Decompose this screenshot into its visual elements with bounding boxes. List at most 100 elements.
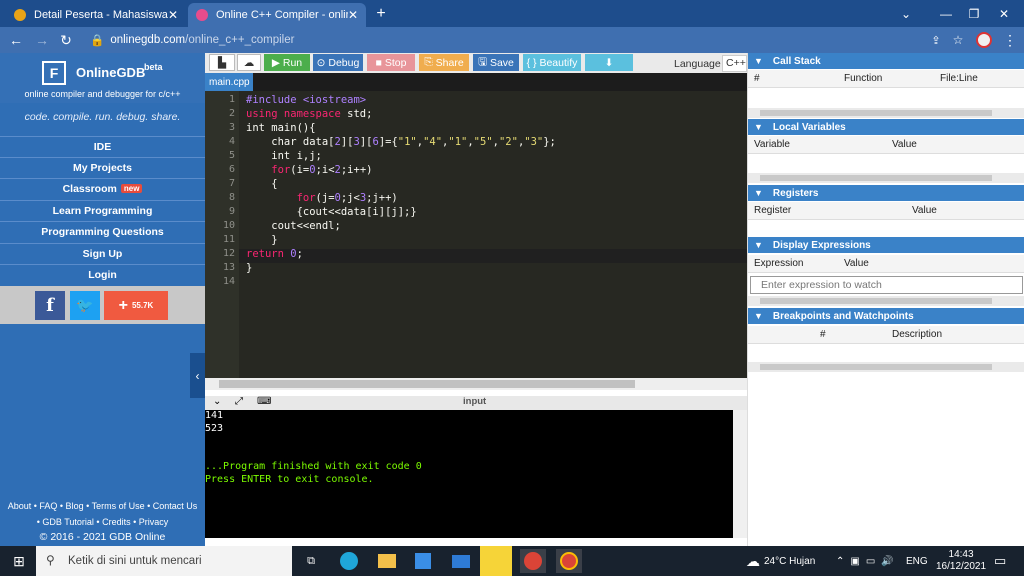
chrome-icon[interactable] [520, 549, 546, 573]
chevron-down-icon: ▼ [754, 240, 763, 250]
upload-button[interactable]: ☁ [237, 54, 261, 71]
twitter-icon[interactable]: 🐦 [70, 291, 100, 320]
line-number: 1 [228, 94, 235, 105]
line-number-gutter: 1 2 3 4 5 6 7 8 9 10 11 12 13 14 [205, 91, 239, 378]
code-line-11: } [246, 234, 278, 246]
scrollbar-thumb[interactable] [760, 110, 992, 116]
registers-columns: Register Value [748, 202, 1024, 220]
keyboard-icon[interactable]: ⌨ [257, 396, 271, 407]
close-window-button[interactable]: ✕ [984, 0, 1024, 27]
line-number: 12 [222, 248, 235, 259]
file-explorer-icon[interactable] [374, 549, 400, 573]
clock-time: 14:43 [948, 549, 974, 560]
console-tab-input[interactable]: input [463, 396, 486, 407]
language-indicator[interactable]: ENG [906, 546, 928, 576]
call-stack-scrollbar[interactable] [748, 108, 1024, 118]
code-line-1: #include <iostream> [246, 94, 367, 106]
menu-kebab-icon[interactable]: ⋮ [998, 28, 1022, 52]
expand-icon[interactable]: ⤢ [235, 396, 243, 407]
edge-browser-icon[interactable] [336, 549, 362, 573]
panel-header-local-variables[interactable]: ▼ Local Variables [748, 119, 1024, 135]
code-line-6: for(i=0;i<2;i++) [271, 164, 373, 176]
browser-tab-bar: Detail Peserta - Mahasiswa ✕ Online C++ … [0, 0, 1024, 27]
new-file-button[interactable]: ▙ [209, 54, 235, 71]
task-view-icon[interactable]: ⧉ [298, 549, 324, 573]
console-line: 523 [205, 423, 224, 434]
bookmark-star-icon[interactable]: ☆ [946, 28, 970, 52]
profile-avatar[interactable] [976, 32, 992, 48]
line-number: 10 [222, 220, 235, 231]
code-editor[interactable]: 1 2 3 4 5 6 7 8 9 10 11 12 13 14 #includ… [205, 91, 747, 378]
forward-icon[interactable]: → [30, 28, 54, 52]
scrollbar-thumb[interactable] [760, 298, 992, 304]
close-tab-icon[interactable]: ✕ [168, 8, 178, 22]
scrollbar-thumb[interactable] [760, 175, 992, 181]
local-variables-scrollbar[interactable] [748, 173, 1024, 183]
line-number: 6 [228, 164, 235, 175]
windows-start-icon[interactable]: ⊞ [6, 549, 32, 573]
sidebar-item-programming-questions[interactable]: Programming Questions [0, 221, 205, 241]
clock[interactable]: 14:43 16/12/2021 [936, 546, 986, 576]
close-tab-icon[interactable]: ✕ [348, 8, 358, 22]
panel-header-registers[interactable]: ▼ Registers [748, 185, 1024, 201]
save-button[interactable]: 🖫 Save [473, 54, 519, 71]
editor-horizontal-scrollbar[interactable] [205, 378, 747, 390]
debug-button[interactable]: ⊙ Debug [313, 54, 363, 71]
taskbar-search-input[interactable]: ⚲ Ketik di sini untuk mencari [36, 546, 292, 576]
sidebar: F OnlineGDB beta online compiler and deb… [0, 53, 205, 546]
language-label: Language [674, 58, 721, 70]
console-vertical-scrollbar[interactable] [733, 410, 747, 538]
sidebar-item-learn-programming[interactable]: Learn Programming [0, 200, 205, 220]
console-output[interactable]: 141 523 ...Program finished with exit co… [205, 410, 733, 538]
footer-links[interactable]: About • FAQ • Blog • Terms of Use • Cont… [0, 501, 205, 511]
run-button[interactable]: ▶ Run [264, 54, 310, 71]
sidebar-item-my-projects[interactable]: My Projects [0, 157, 205, 177]
column-header: Expression [754, 258, 804, 269]
new-tab-button[interactable]: + [366, 0, 396, 27]
tagline: code. compile. run. debug. share. [24, 111, 181, 123]
stop-button[interactable]: ■ Stop [367, 54, 415, 71]
display-expressions-scrollbar[interactable] [748, 296, 1024, 306]
share-count-button[interactable]: + 55.7K [104, 291, 168, 320]
reload-icon[interactable]: ↻ [54, 28, 78, 52]
scrollbar-thumb[interactable] [760, 364, 992, 370]
chevron-down-icon[interactable]: ⌄ [213, 396, 221, 407]
breakpoints-scrollbar[interactable] [748, 362, 1024, 372]
facebook-icon[interactable]: f [35, 291, 65, 320]
back-icon[interactable]: ← [4, 28, 28, 52]
line-number: 14 [222, 276, 235, 287]
sticky-notes-icon[interactable] [480, 546, 512, 576]
logo[interactable]: F OnlineGDB beta online compiler and deb… [0, 53, 205, 103]
tab-search-icon[interactable]: ⌄ [886, 0, 926, 27]
microsoft-store-icon[interactable] [410, 549, 436, 573]
footer-links-2[interactable]: • GDB Tutorial • Credits • Privacy [0, 517, 205, 527]
watch-expression-input[interactable]: Enter expression to watch [750, 276, 1023, 294]
panel-header-call-stack[interactable]: ▼ Call Stack [748, 53, 1024, 69]
panel-header-breakpoints[interactable]: ▼ Breakpoints and Watchpoints [748, 308, 1024, 324]
sidebar-item-ide[interactable]: IDE [0, 136, 205, 156]
tray-icons[interactable]: ⌃▣▭🔊 [836, 546, 900, 576]
sidebar-item-sign-up[interactable]: Sign Up [0, 243, 205, 263]
beautify-button[interactable]: { } Beautify [523, 54, 581, 71]
line-number: 11 [222, 234, 235, 245]
weather-widget[interactable]: ☁ 24°C Hujan [746, 546, 815, 576]
browser-tab-detail-peserta[interactable]: Detail Peserta - Mahasiswa ✕ [6, 3, 186, 27]
language-select[interactable]: C++ [722, 55, 747, 72]
sidebar-item-classroom[interactable]: Classroom new [0, 178, 205, 198]
scrollbar-thumb[interactable] [219, 380, 635, 388]
share-button[interactable]: ⎘ Share [419, 54, 469, 71]
download-button[interactable]: ⬇ [585, 54, 633, 71]
line-number: 7 [228, 178, 235, 189]
collapse-sidebar-icon[interactable]: ‹ [190, 353, 205, 398]
chrome-profile-icon[interactable] [556, 549, 582, 573]
sidebar-item-login[interactable]: Login [0, 264, 205, 284]
line-number: 5 [228, 150, 235, 161]
browser-tab-onlinegdb[interactable]: Online C++ Compiler - online ed ✕ [188, 3, 366, 27]
code-line-13: } [246, 262, 253, 274]
panel-header-display-expressions[interactable]: ▼ Display Expressions [748, 237, 1024, 253]
mail-icon[interactable] [448, 549, 474, 573]
file-tab-main-cpp[interactable]: main.cpp [205, 73, 253, 91]
notification-icon[interactable]: ▭ [994, 546, 1006, 576]
share-icon[interactable]: ⇪ [924, 28, 948, 52]
url-field[interactable]: 🔒 onlinegdb.com /online_c++_compiler [90, 31, 920, 49]
